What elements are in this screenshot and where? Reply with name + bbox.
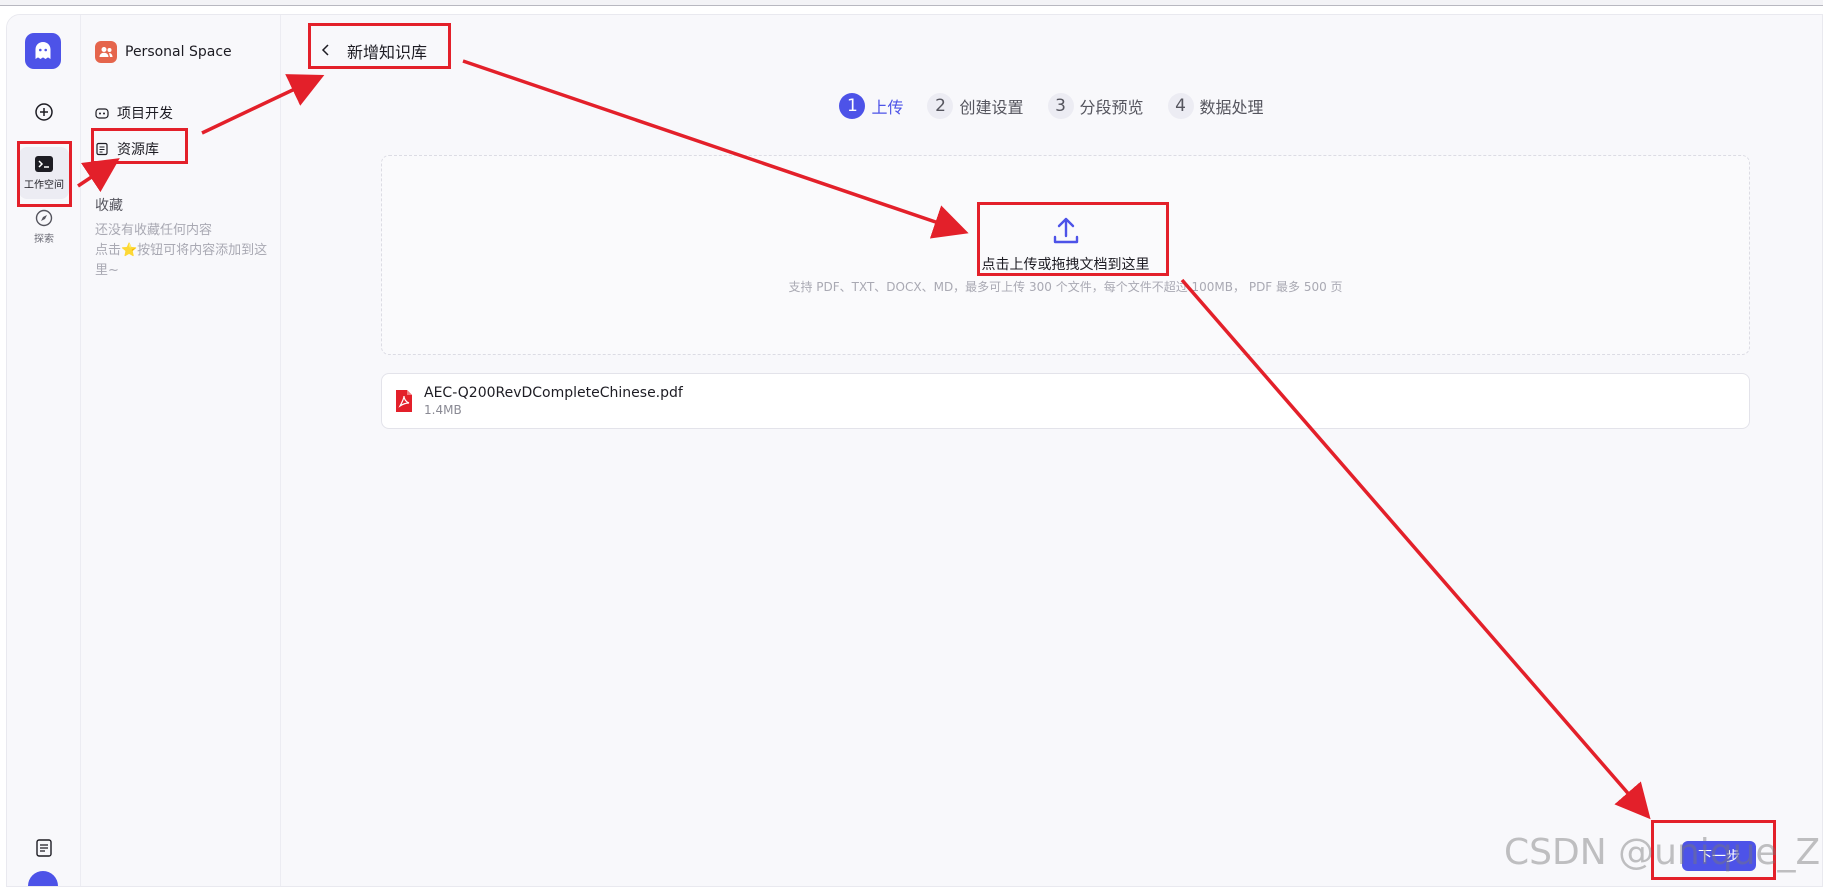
- space-icon: [95, 41, 117, 63]
- rail-workspace[interactable]: 工作空间: [19, 147, 69, 199]
- file-size: 1.4MB: [424, 403, 462, 417]
- library-icon: [96, 142, 108, 156]
- chevron-left-icon: [321, 43, 329, 56]
- step-label: 创建设置: [959, 98, 1024, 117]
- bot-icon: [95, 108, 109, 119]
- explore-label: 探索: [34, 234, 54, 245]
- sidebar: Personal Space 项目开发 资源库 收藏 还没有收藏任何内容 点击⭐…: [81, 15, 281, 886]
- page-title: 新增知识库: [347, 43, 428, 62]
- upload-icon: [1053, 217, 1078, 244]
- docs-button[interactable]: [25, 829, 63, 867]
- app-window: 工作空间 探索 Personal Space 项目开发 资源库 收藏 还没有收藏…: [6, 14, 1823, 887]
- step-create-settings: 2 创建设置: [927, 93, 1024, 119]
- upload-inner: 点击上传或拖拽文档到这里 支持 PDF、TXT、DOCX、MD，最多可上传 30…: [382, 216, 1749, 295]
- sidebar-item-library[interactable]: 资源库: [95, 137, 159, 161]
- step-number: 4: [1167, 93, 1194, 119]
- terminal-icon: [35, 156, 53, 172]
- step-data-processing: 4 数据处理: [1167, 93, 1264, 119]
- space-name: Personal Space: [125, 44, 232, 60]
- app-logo[interactable]: [25, 33, 61, 69]
- favorites-title: 收藏: [95, 198, 123, 214]
- plus-circle-icon: [35, 103, 53, 121]
- step-number: 1: [839, 93, 866, 119]
- users-icon: [99, 47, 113, 57]
- step-number: 2: [927, 93, 954, 119]
- file-item[interactable]: AEC-Q200RevDCompleteChinese.pdf 1.4MB: [381, 373, 1750, 429]
- upload-hint: 支持 PDF、TXT、DOCX、MD，最多可上传 300 个文件，每个文件不超过…: [788, 280, 1343, 294]
- step-number: 3: [1047, 93, 1074, 119]
- avatar[interactable]: [28, 871, 58, 886]
- stepper: 1 上传 2 创建设置 3 分段预览 4 数据处理: [281, 93, 1822, 119]
- page-header: 新增知识库: [321, 39, 427, 63]
- icon-rail: 工作空间 探索: [7, 15, 81, 886]
- step-label: 上传: [871, 98, 904, 117]
- main-content: 新增知识库 1 上传 2 创建设置 3 分段预览 4 数据处理 点击上传或拖拽文…: [281, 15, 1822, 886]
- compass-icon: [35, 209, 53, 227]
- upload-text: 点击上传或拖拽文档到这里: [981, 257, 1150, 273]
- document-icon: [36, 839, 52, 857]
- sidebar-item-project-dev[interactable]: 项目开发: [95, 101, 173, 125]
- step-segment-preview: 3 分段预览: [1047, 93, 1144, 119]
- ghost-logo-icon: [35, 42, 51, 59]
- sidebar-item-label: 资源库: [117, 142, 159, 158]
- upload-dropzone[interactable]: 点击上传或拖拽文档到这里 支持 PDF、TXT、DOCX、MD，最多可上传 30…: [381, 155, 1750, 355]
- sidebar-item-label: 项目开发: [117, 106, 173, 122]
- space-switcher[interactable]: Personal Space: [95, 41, 232, 63]
- file-name: AEC-Q200RevDCompleteChinese.pdf: [424, 385, 683, 401]
- create-button[interactable]: [25, 93, 63, 131]
- workspace-label: 工作空间: [24, 180, 64, 191]
- favorites-empty-text: 还没有收藏任何内容 点击⭐按钮可将内容添加到这里~: [95, 223, 268, 278]
- window-top-edge: [0, 0, 1823, 6]
- step-upload: 1 上传: [839, 93, 903, 119]
- pdf-file-icon: [396, 390, 412, 412]
- file-info: AEC-Q200RevDCompleteChinese.pdf 1.4MB: [424, 385, 683, 417]
- rail-explore[interactable]: 探索: [19, 209, 69, 261]
- watermark: CSDN @unique_ZRF: [1504, 832, 1823, 873]
- step-label: 分段预览: [1079, 98, 1144, 117]
- back-button[interactable]: [321, 42, 331, 61]
- step-label: 数据处理: [1199, 98, 1264, 117]
